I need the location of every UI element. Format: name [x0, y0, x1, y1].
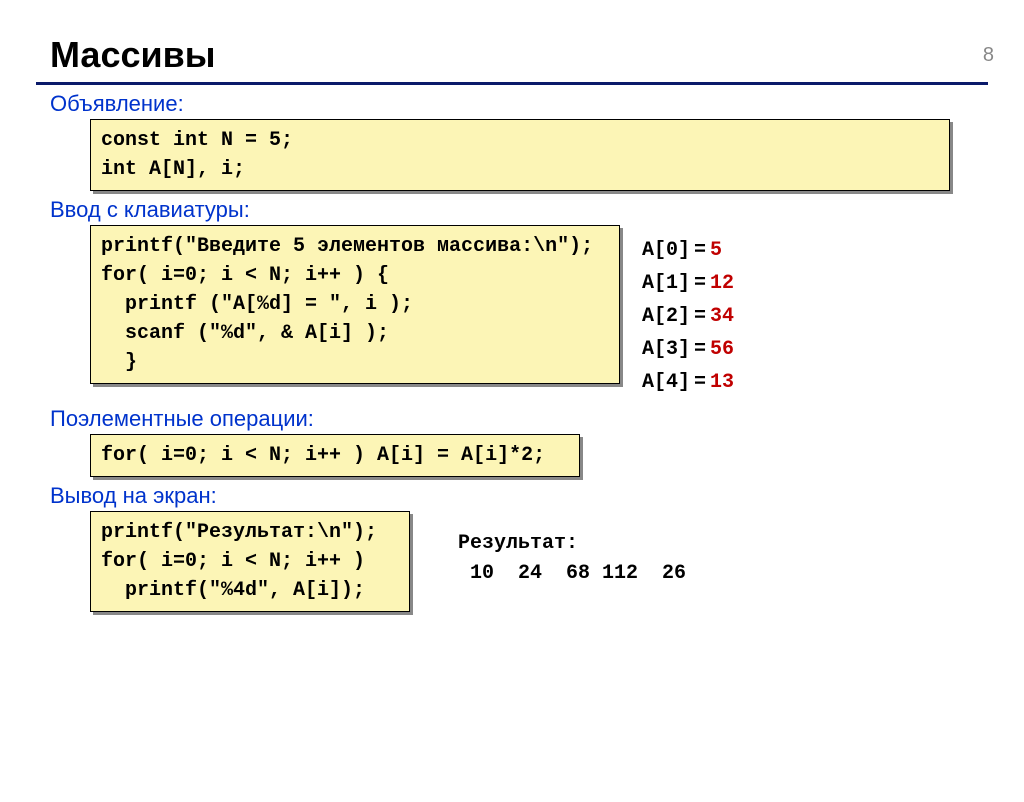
title-rule	[36, 82, 988, 85]
slide-number: 8	[983, 44, 994, 67]
io-eq: =	[692, 334, 706, 365]
io-val: 12	[708, 268, 734, 299]
io-val: 34	[708, 301, 734, 332]
code-declaration: const int N = 5; int A[N], i;	[90, 119, 950, 191]
io-eq: =	[692, 367, 706, 398]
io-key: A[4]	[640, 367, 690, 398]
input-sample-table: A[0]=5 A[1]=12 A[2]=34 A[3]=56 A[4]=13	[638, 233, 736, 400]
result-values: 10 24 68 112 26	[458, 562, 686, 585]
io-eq: =	[692, 268, 706, 299]
table-row: A[4]=13	[640, 367, 734, 398]
table-row: A[3]=56	[640, 334, 734, 365]
result-label: Результат:	[458, 532, 578, 555]
section-output: Вывод на экран:	[50, 483, 1024, 509]
table-row: A[1]=12	[640, 268, 734, 299]
io-val: 5	[708, 235, 734, 266]
result-output: Результат: 10 24 68 112 26	[458, 529, 686, 589]
section-ops: Поэлементные операции:	[50, 406, 1024, 432]
section-declaration: Объявление:	[50, 91, 1024, 117]
io-key: A[0]	[640, 235, 690, 266]
table-row: A[0]=5	[640, 235, 734, 266]
page-title: Массивы	[50, 34, 1024, 76]
io-eq: =	[692, 301, 706, 332]
io-key: A[1]	[640, 268, 690, 299]
code-output: printf("Результат:\n"); for( i=0; i < N;…	[90, 511, 410, 612]
io-val: 56	[708, 334, 734, 365]
io-key: A[2]	[640, 301, 690, 332]
io-val: 13	[708, 367, 734, 398]
io-key: A[3]	[640, 334, 690, 365]
code-ops: for( i=0; i < N; i++ ) A[i] = A[i]*2;	[90, 434, 580, 477]
table-row: A[2]=34	[640, 301, 734, 332]
section-input: Ввод с клавиатуры:	[50, 197, 1024, 223]
code-input: printf("Введите 5 элементов массива:\n")…	[90, 225, 620, 384]
io-eq: =	[692, 235, 706, 266]
